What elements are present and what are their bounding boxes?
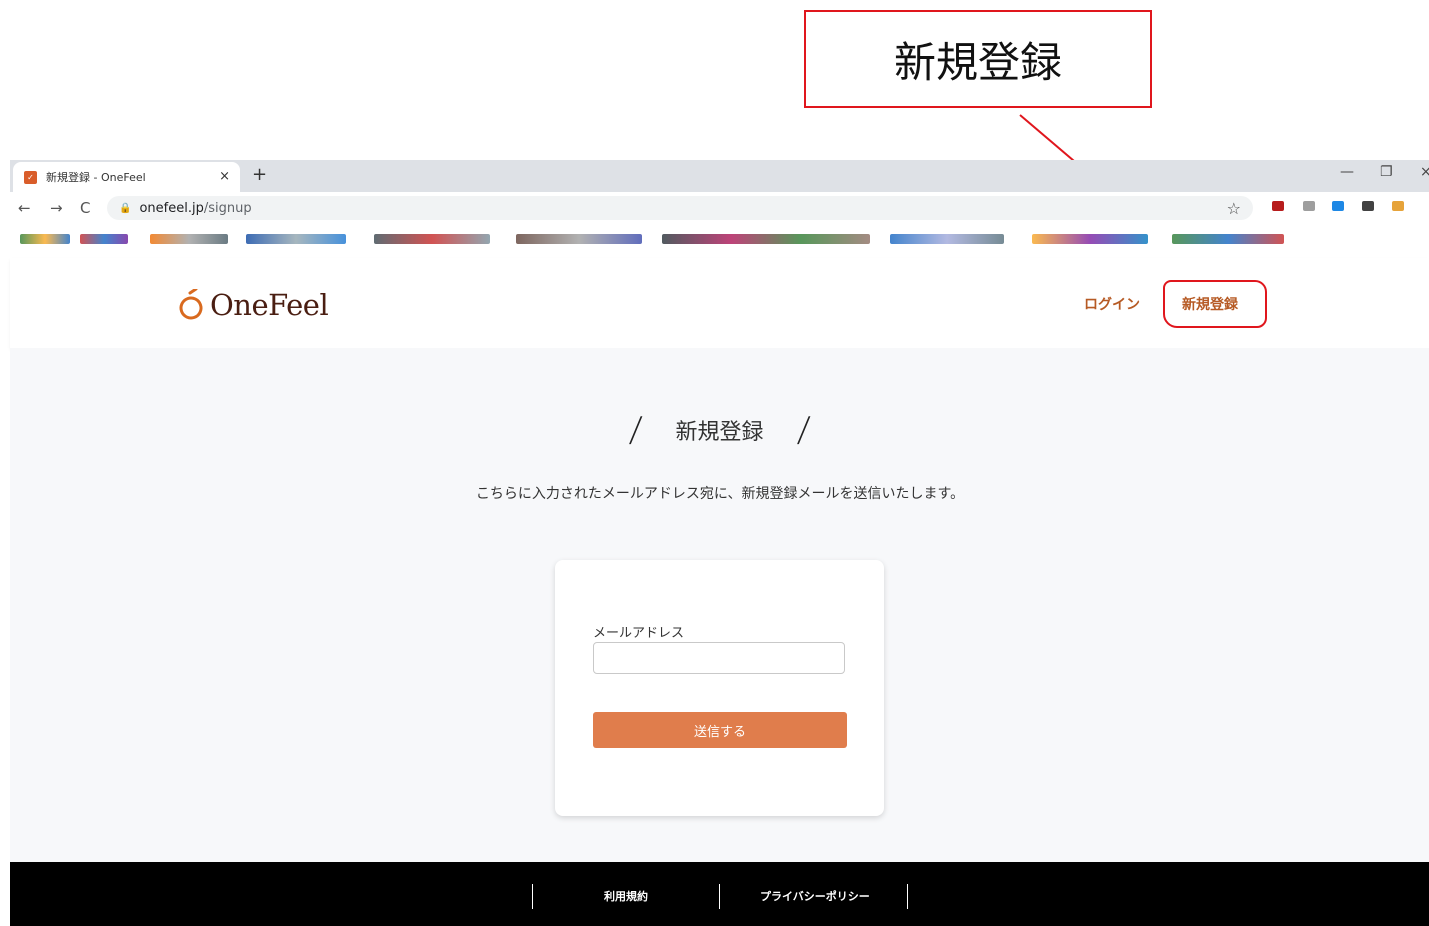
lock-icon: 🔒 [119, 202, 132, 214]
footer-divider [907, 884, 908, 909]
terms-link[interactable]: 利用規約 [604, 888, 648, 904]
new-tab-button[interactable]: + [252, 164, 267, 185]
extension-icon[interactable] [1362, 201, 1374, 211]
site-logo[interactable]: OneFeel [178, 288, 329, 322]
footer-divider [719, 884, 720, 909]
favicon-icon: ✓ [24, 170, 37, 184]
annotation-callout: 新規登録 [804, 10, 1152, 108]
title-slash-left: / [627, 410, 644, 450]
bookmark-item[interactable] [662, 234, 870, 244]
privacy-link[interactable]: プライバシーポリシー [760, 888, 870, 904]
tab-title: 新規登録 - OneFeel [46, 171, 146, 184]
url-host: onefeel.jp [139, 200, 204, 216]
bookmarks-bar [10, 224, 1429, 259]
extension-icon[interactable] [1303, 201, 1315, 211]
logo-text: OneFeel [210, 288, 329, 322]
page-title: 新規登録 [675, 420, 764, 445]
email-field[interactable] [593, 642, 845, 674]
main-content: / 新規登録 / こちらに入力されたメールアドレス宛に、新規登録メールを送信いた… [10, 348, 1429, 862]
site-footer: 利用規約 プライバシーポリシー [10, 862, 1429, 926]
bookmark-item[interactable] [150, 234, 228, 244]
email-label: メールアドレス [593, 626, 685, 641]
bookmark-item[interactable] [374, 234, 490, 244]
footer-divider [532, 884, 533, 909]
address-bar: ← → C 🔒 onefeel.jp/signup ☆ [10, 192, 1429, 224]
tab-close-icon[interactable]: × [219, 169, 230, 184]
browser-tab[interactable]: ✓ 新規登録 - OneFeel × [13, 162, 240, 192]
back-icon[interactable]: ← [18, 199, 31, 217]
annotation-highlight [1163, 280, 1267, 328]
submit-button[interactable]: 送信する [593, 712, 847, 748]
bookmark-item[interactable] [80, 234, 128, 244]
login-link[interactable]: ログイン [1084, 294, 1140, 314]
window-close-icon[interactable]: × [1420, 164, 1429, 180]
page-title-row: / 新規登録 / [10, 410, 1429, 450]
tab-strip: ✓ 新規登録 - OneFeel × + — ❐ × [10, 160, 1429, 192]
title-slash-right: / [795, 410, 812, 450]
bookmark-item[interactable] [1172, 234, 1284, 244]
bookmark-star-icon[interactable]: ☆ [1227, 199, 1241, 218]
signup-form-card: メールアドレス 送信する [555, 560, 884, 816]
extension-icon[interactable] [1332, 201, 1344, 211]
logo-mark-icon [179, 289, 203, 320]
reload-icon[interactable]: C [80, 199, 90, 217]
bookmark-item[interactable] [516, 234, 642, 244]
extension-icon[interactable] [1272, 201, 1284, 211]
forward-icon[interactable]: → [50, 199, 63, 217]
extension-icon[interactable] [1392, 201, 1404, 211]
annotation-callout-text: 新規登録 [893, 37, 1062, 87]
restore-icon[interactable]: ❐ [1380, 164, 1393, 180]
browser-window: ✓ 新規登録 - OneFeel × + — ❐ × ← → C 🔒 onefe… [10, 160, 1429, 926]
bookmark-item[interactable] [890, 234, 1004, 244]
url-input[interactable]: 🔒 onefeel.jp/signup ☆ [107, 196, 1253, 220]
lead-text: こちらに入力されたメールアドレス宛に、新規登録メールを送信いたします。 [475, 486, 965, 502]
minimize-icon[interactable]: — [1340, 164, 1354, 180]
bookmark-item[interactable] [20, 234, 70, 244]
bookmark-item[interactable] [246, 234, 346, 244]
url-path: /signup [203, 200, 252, 216]
bookmark-item[interactable] [1032, 234, 1148, 244]
